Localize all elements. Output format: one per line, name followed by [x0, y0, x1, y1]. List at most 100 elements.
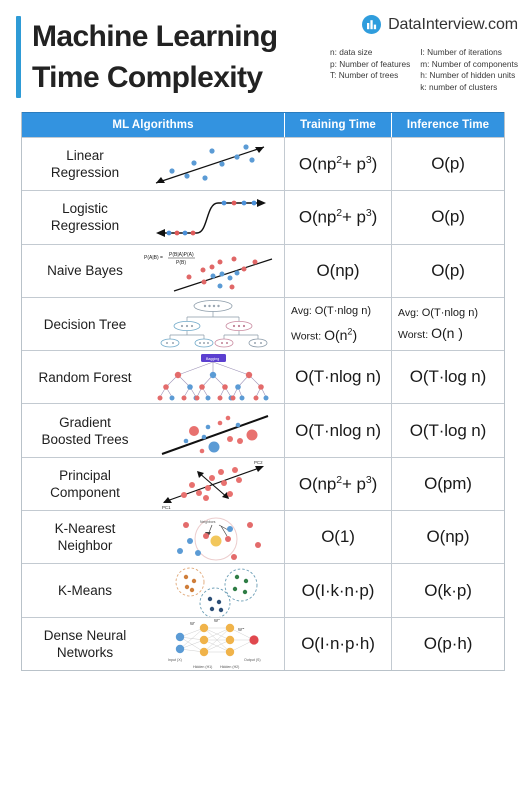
algorithm-name: Linear Regression: [50, 148, 120, 181]
training-time-cell: Avg: O(T·nlog n) Worst: O(n2): [284, 297, 391, 351]
training-time-value: O(np2+ p3): [298, 473, 378, 494]
column-header-training-time: Training Time: [284, 113, 391, 137]
inference-time-cell: O(k·p): [391, 564, 504, 617]
bayes-scatter-icon: P(A|B) = P(B|A)P(A) P(B): [142, 245, 284, 297]
table-row: Gradient Boosted Trees O(T·nlog n) O(T·l…: [22, 403, 504, 457]
legend: n: data size p: Number of features T: Nu…: [330, 47, 518, 93]
hidden1-layer-label: Hidden (H1): [193, 665, 212, 669]
training-time-value: O(I·n·p·h): [301, 633, 375, 653]
algorithm-name: K-Means: [57, 583, 113, 599]
inference-time-value: O(p·h): [423, 633, 473, 653]
output-layer-label: Output (S): [244, 658, 261, 662]
kmeans-clusters-icon: [142, 565, 284, 617]
inference-time-value: O(k·p): [424, 580, 472, 600]
inference-time-value: O(np): [426, 527, 470, 547]
bar-chart-circle-icon: [362, 15, 382, 34]
pc1-label: PC1: [162, 505, 171, 510]
algorithm-cell: K-Means: [22, 564, 284, 617]
weight-label-2: W'': [214, 618, 220, 623]
algorithm-name: Dense Neural Networks: [43, 627, 127, 660]
input-layer-label: Input (X): [168, 658, 182, 662]
inference-time-cell: O(p): [391, 191, 504, 244]
training-time-value: O(T·nlog n): [295, 367, 381, 387]
inference-time-cell: O(T·log n): [391, 351, 504, 404]
inference-time-value: O(T·log n): [409, 367, 487, 387]
training-time-cell: O(I·k·n·p): [284, 564, 391, 617]
legend-item: T: Number of trees: [329, 70, 399, 81]
training-time-value: O(np2+ p3): [298, 153, 378, 174]
brand[interactable]: DataInterview.com: [362, 15, 518, 34]
table-row: Random Forest Bagging O(T·nlog n) O(T·lo…: [22, 350, 504, 404]
weight-label-1: W': [190, 621, 195, 626]
table-row: Dense Neural Networks W' W'' W''' Input …: [22, 616, 504, 670]
table-row: K-Means O(I·k·n·p) O(k·p): [22, 563, 504, 617]
inference-time-cell: O(pm): [391, 457, 504, 511]
algorithm-cell: Principal Component PC2 PC1: [22, 458, 284, 510]
training-time-value: O(np): [316, 260, 360, 280]
algorithm-cell: Naive Bayes P(A|B) = P(B|A)P(A) P(B): [22, 245, 284, 297]
algorithm-cell: Gradient Boosted Trees: [22, 404, 284, 456]
algorithm-name: K-Nearest Neighbor: [54, 521, 116, 554]
training-time-cell: O(np2+ p3): [284, 138, 391, 191]
weight-label-3: W''': [238, 627, 245, 632]
training-time-value: Avg: O(T·nlog n) Worst: O(n2): [291, 305, 371, 343]
pca-axes-icon: PC2 PC1: [142, 458, 284, 510]
inference-time-value: O(T·log n): [409, 420, 487, 440]
legend-column-right: I: Number of iterations m: Number of com…: [420, 47, 518, 93]
algorithm-name: Decision Tree: [43, 316, 127, 332]
title-line-1: Machine Learning: [32, 20, 278, 53]
algorithm-cell: K-Nearest Neighbor Neighbors: [22, 511, 284, 563]
algorithm-cell: Linear Regression: [22, 138, 284, 190]
training-time-value: O(T·nlog n): [295, 420, 381, 440]
knn-neighborhood-icon: Neighbors: [142, 511, 284, 563]
legend-column-left: n: data size p: Number of features T: Nu…: [330, 47, 410, 93]
title-accent-bar: [16, 16, 21, 98]
infographic-page: Machine Learning Time Complexity DataInt…: [0, 0, 526, 789]
boosted-scatter-line-icon: [142, 405, 284, 457]
inference-time-cell: O(p): [391, 244, 504, 297]
table-header-row: ML Algorithms Training Time Inference Ti…: [22, 112, 504, 137]
bayes-formula-lhs: P(A|B) =: [144, 255, 163, 261]
sigmoid-curve-icon: [142, 191, 284, 243]
neighbors-label: Neighbors: [200, 520, 216, 524]
bayes-formula-denominator: P(B): [176, 260, 186, 266]
inference-time-cell: O(p): [391, 138, 504, 191]
scatter-regression-line-icon: [142, 138, 284, 190]
table-row: Linear Regression O(np2+ p3) O(p): [22, 137, 504, 191]
complexity-table: ML Algorithms Training Time Inference Ti…: [21, 112, 505, 671]
training-time-cell: O(np): [284, 244, 391, 297]
training-time-cell: O(1): [284, 511, 391, 564]
page-title: Machine Learning Time Complexity: [16, 16, 278, 98]
brand-name: DataInterview.com: [388, 15, 518, 33]
footer: 👉 Visit DataInterview.com to ace intervi…: [0, 726, 526, 789]
algorithm-cell: Random Forest Bagging: [22, 351, 284, 403]
decision-tree-icon: [142, 298, 284, 350]
algorithm-cell: Decision Tree: [22, 298, 284, 350]
table-row: Logistic Regression O(np2+ p3) O(p): [22, 190, 504, 244]
hidden2-layer-label: Hidden (H2): [220, 665, 239, 669]
legend-item: k: number of clusters: [420, 81, 498, 92]
bayes-formula-numerator: P(B|A)P(A): [169, 252, 194, 258]
inference-time-value: O(p): [431, 207, 465, 227]
algorithm-name: Gradient Boosted Trees: [41, 414, 129, 447]
algorithm-cell: Dense Neural Networks W' W'' W''' Input …: [22, 618, 284, 670]
algorithm-name: Naive Bayes: [47, 263, 123, 279]
legend-item: I: Number of iterations: [420, 47, 502, 57]
random-forest-tree-icon: Bagging: [142, 351, 284, 403]
legend-item: m: Number of components: [420, 58, 518, 69]
training-time-value: O(1): [321, 527, 355, 547]
legend-item: p: Number of features: [329, 58, 411, 69]
table-row: Naive Bayes P(A|B) = P(B|A)P(A) P(B) O(n…: [22, 243, 504, 297]
algorithm-name: Logistic Regression: [50, 201, 120, 234]
inference-time-cell: O(T·log n): [391, 404, 504, 457]
header: Machine Learning Time Complexity DataInt…: [0, 0, 526, 110]
column-header-algorithms: ML Algorithms: [112, 119, 194, 131]
title-line-2: Time Complexity: [32, 61, 263, 94]
training-time-cell: O(np2+ p3): [284, 457, 391, 511]
training-time-value: O(I·k·n·p): [301, 580, 375, 600]
training-time-cell: O(np2+ p3): [284, 191, 391, 244]
inference-time-cell: O(np): [391, 511, 504, 564]
neural-network-icon: W' W'' W''' Input (X) Hidden (H1) Hidden…: [142, 618, 284, 670]
table-row: Principal Component PC2 PC1 O(np2+ p3) O…: [22, 456, 504, 511]
inference-time-value: O(p): [431, 260, 465, 280]
